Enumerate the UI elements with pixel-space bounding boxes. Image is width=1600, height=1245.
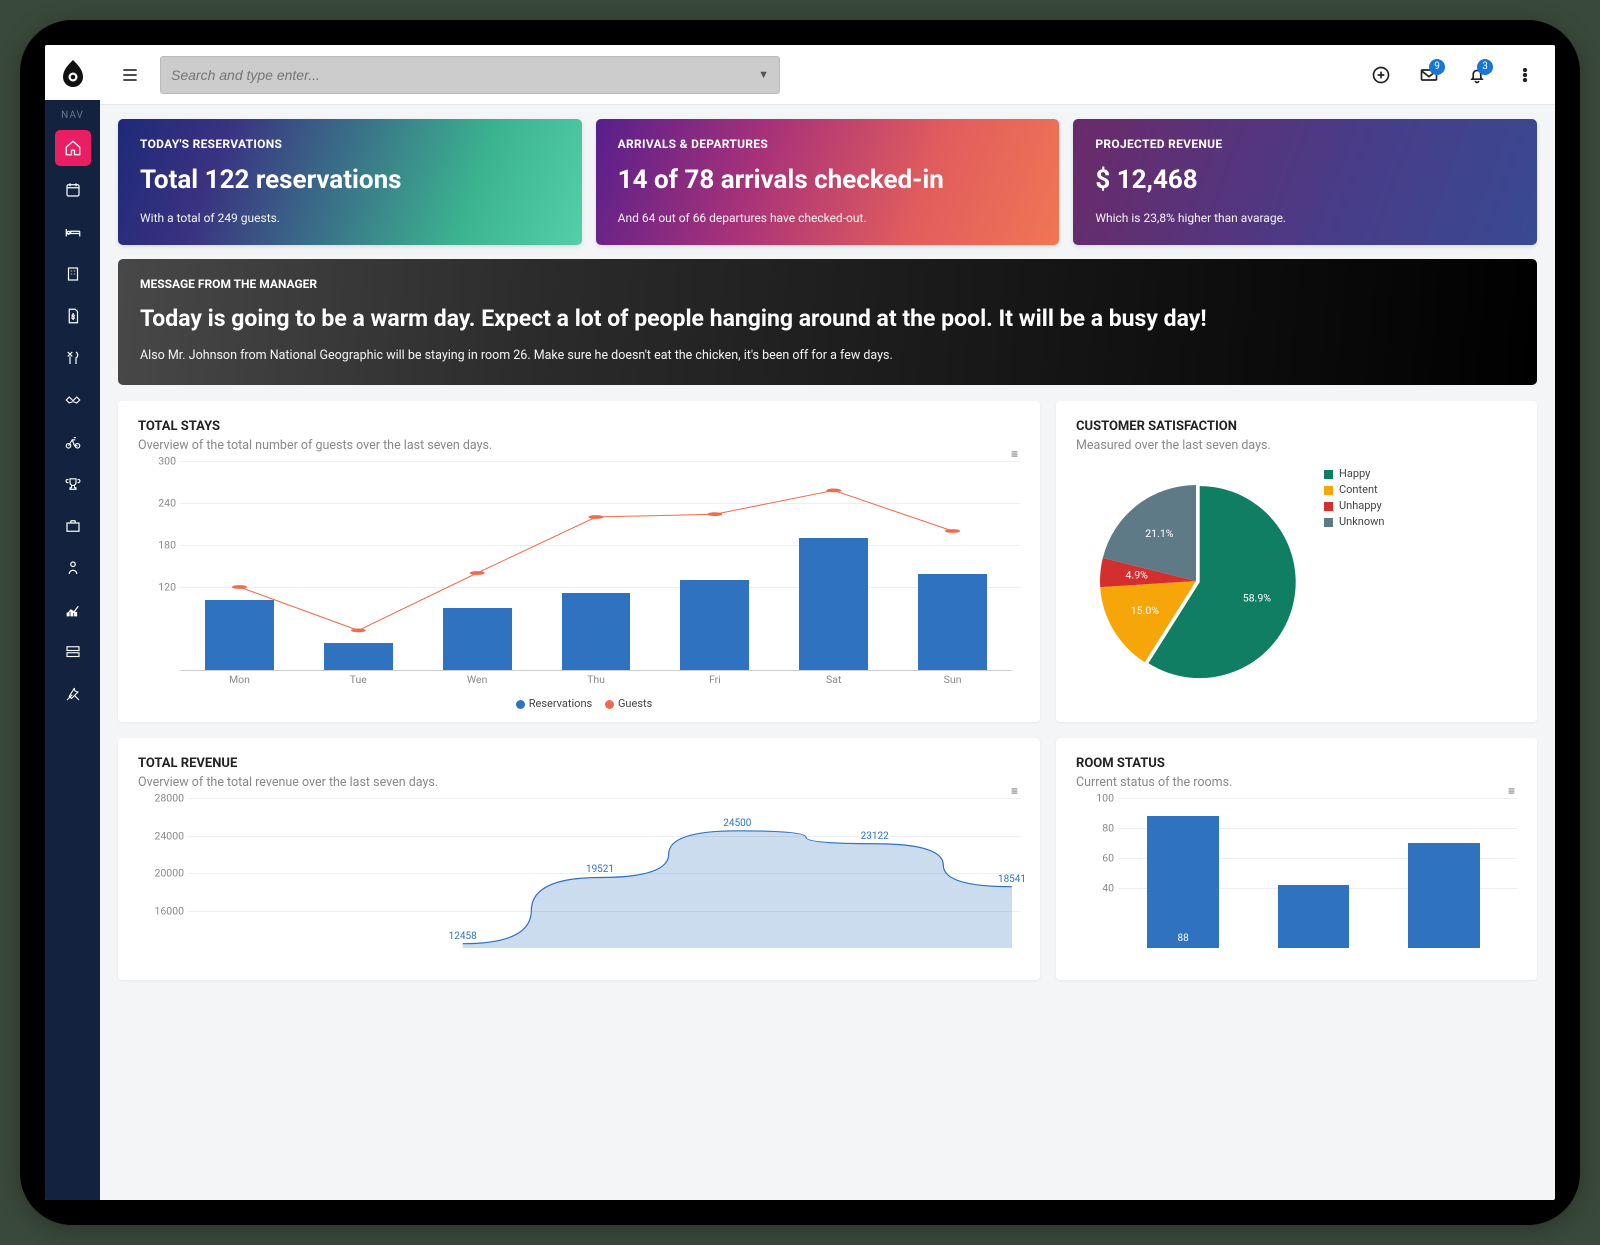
stays-legend: Reservations Guests — [138, 691, 1020, 710]
panel-total-stays: TOTAL STAYS Overview of the total number… — [118, 401, 1040, 722]
panel-satisfaction: CUSTOMER SATISFACTION Measured over the … — [1056, 401, 1537, 722]
add-button[interactable] — [1363, 57, 1399, 93]
svg-text:15.0%: 15.0% — [1131, 604, 1160, 617]
building-icon — [64, 265, 82, 283]
pie-legend: HappyContentUnhappyUnknown — [1316, 461, 1384, 701]
bell-badge: 3 — [1477, 59, 1493, 75]
analytics-icon — [64, 601, 82, 619]
panel-menu-icon[interactable]: ≡ — [1011, 784, 1020, 798]
msg-body: Today is going to be a warm day. Expect … — [140, 305, 1515, 332]
nav-section-label: NAV — [61, 100, 84, 127]
card-sub: And 64 out of 66 departures have checked… — [618, 211, 1038, 225]
nav-calendar[interactable] — [55, 172, 91, 208]
hourglass-person-icon — [64, 559, 82, 577]
satisfaction-pie: 58.9% 15.0% 4.9% 21.1% — [1076, 461, 1316, 701]
tools-icon — [64, 685, 82, 703]
calendar-icon — [64, 181, 82, 199]
card-arrivals[interactable]: ARRIVALS & DEPARTURES 14 of 78 arrivals … — [596, 119, 1060, 245]
nav-briefcase[interactable] — [55, 508, 91, 544]
chevron-down-icon[interactable]: ▼ — [758, 68, 769, 81]
bike-icon — [64, 433, 82, 451]
msg-label: MESSAGE FROM THE MANAGER — [140, 277, 1515, 291]
more-button[interactable] — [1507, 57, 1543, 93]
panel-sub: Measured over the last seven days. — [1076, 438, 1517, 453]
card-value: $ 12,468 — [1095, 165, 1515, 195]
stays-chart: 120180240300 MonTueWenThuFriSatSun — [138, 461, 1020, 691]
nav-analytics[interactable] — [55, 592, 91, 628]
card-label: TODAY'S RESERVATIONS — [140, 137, 560, 151]
panel-sub: Overview of the total number of guests o… — [138, 438, 1020, 453]
nav-servers[interactable] — [55, 634, 91, 670]
panel-title: TOTAL STAYS — [138, 419, 1020, 434]
plus-circle-icon — [1371, 65, 1391, 85]
panel-sub: Current status of the rooms. — [1076, 775, 1517, 790]
card-reservations[interactable]: TODAY'S RESERVATIONS Total 122 reservati… — [118, 119, 582, 245]
card-value: 14 of 78 arrivals checked-in — [618, 165, 1038, 195]
server-icon — [64, 643, 82, 661]
utensils-icon — [64, 349, 82, 367]
card-label: PROJECTED REVENUE — [1095, 137, 1515, 151]
nav-invoice[interactable]: $ — [55, 298, 91, 334]
panel-sub: Overview of the total revenue over the l… — [138, 775, 1020, 790]
handshake-icon — [64, 391, 82, 409]
nav-restaurant[interactable] — [55, 340, 91, 376]
msg-sub: Also Mr. Johnson from National Geographi… — [140, 348, 1515, 363]
panel-revenue: TOTAL REVENUE Overview of the total reve… — [118, 738, 1040, 980]
app-logo[interactable] — [45, 45, 100, 100]
topbar: ▼ 9 3 — [100, 45, 1555, 105]
messages-button[interactable]: 9 — [1411, 57, 1447, 93]
more-vert-icon — [1515, 65, 1535, 85]
revenue-chart: 16000200002400028000 1245819521245002312… — [138, 798, 1020, 968]
nav-bike[interactable] — [55, 424, 91, 460]
panel-title: ROOM STATUS — [1076, 756, 1517, 771]
svg-text:$: $ — [71, 314, 75, 321]
card-sub: With a total of 249 guests. — [140, 211, 560, 225]
panel-title: CUSTOMER SATISFACTION — [1076, 419, 1517, 434]
nav-waitlist[interactable] — [55, 550, 91, 586]
card-sub: Which is 23,8% higher than avarage. — [1095, 211, 1515, 225]
nav-home[interactable] — [55, 130, 91, 166]
search-box[interactable]: ▼ — [160, 56, 780, 94]
svg-text:4.9%: 4.9% — [1126, 568, 1149, 581]
sidebar: NAV $ — [45, 45, 100, 1200]
invoice-icon: $ — [64, 307, 82, 325]
card-label: ARRIVALS & DEPARTURES — [618, 137, 1038, 151]
hamburger-button[interactable] — [112, 57, 148, 93]
mail-badge: 9 — [1429, 59, 1445, 75]
nav-building[interactable] — [55, 256, 91, 292]
hamburger-icon — [120, 65, 140, 85]
nav-trophy[interactable] — [55, 466, 91, 502]
search-input[interactable] — [171, 67, 758, 83]
panel-room-status: ROOM STATUS Current status of the rooms.… — [1056, 738, 1537, 980]
svg-text:21.1%: 21.1% — [1145, 527, 1174, 540]
panel-menu-icon[interactable]: ≡ — [1508, 784, 1517, 798]
briefcase-icon — [64, 517, 82, 535]
nav-partners[interactable] — [55, 382, 91, 418]
manager-message: MESSAGE FROM THE MANAGER Today is going … — [118, 259, 1537, 385]
home-icon — [64, 139, 82, 157]
nav-bed[interactable] — [55, 214, 91, 250]
nav-tools[interactable] — [55, 676, 91, 712]
trophy-icon — [64, 475, 82, 493]
svg-text:58.9%: 58.9% — [1243, 591, 1272, 604]
bed-icon — [64, 223, 82, 241]
panel-title: TOTAL REVENUE — [138, 756, 1020, 771]
panel-menu-icon[interactable]: ≡ — [1011, 447, 1020, 461]
card-value: Total 122 reservations — [140, 165, 560, 195]
notifications-button[interactable]: 3 — [1459, 57, 1495, 93]
card-revenue[interactable]: PROJECTED REVENUE $ 12,468 Which is 23,8… — [1073, 119, 1537, 245]
room-chart: 406080100 88 — [1076, 798, 1517, 968]
